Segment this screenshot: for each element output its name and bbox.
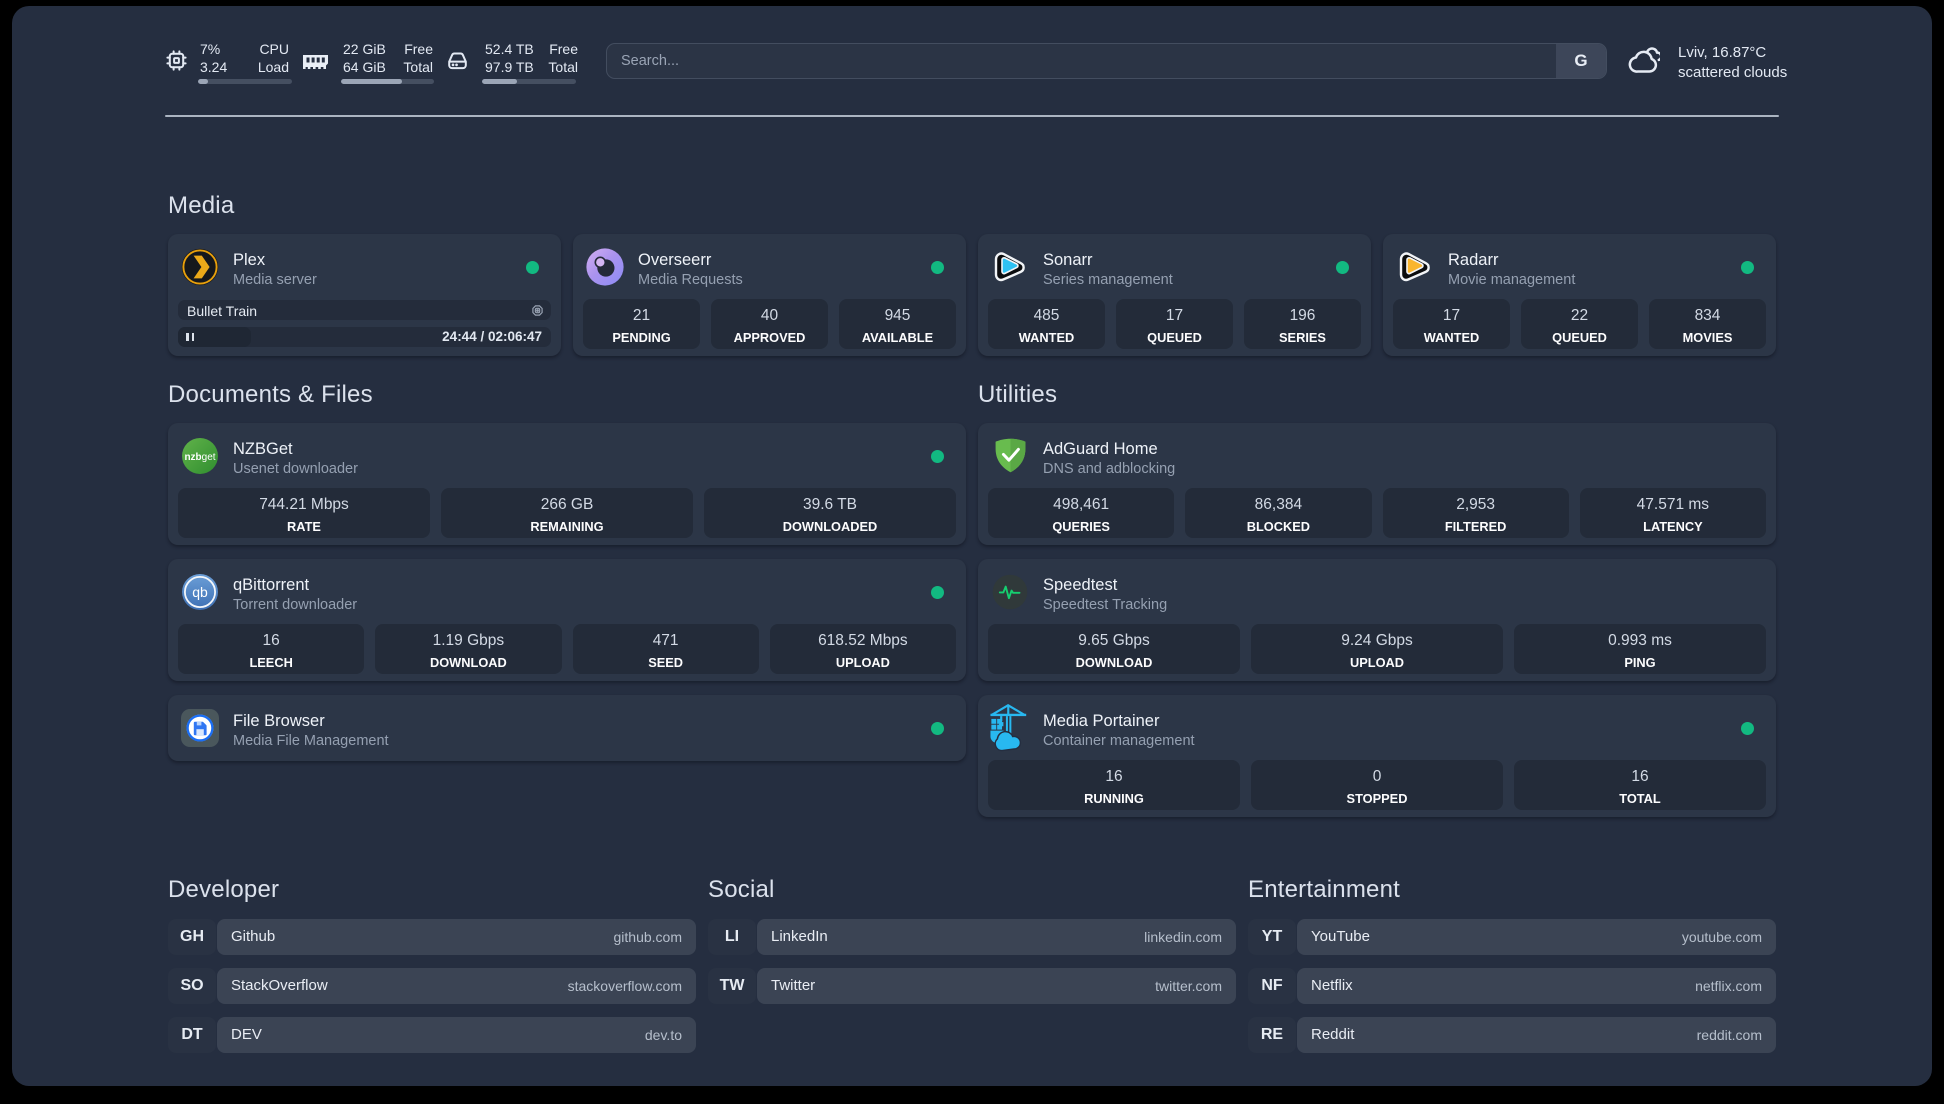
svg-text:nzbget: nzbget	[184, 452, 215, 463]
svg-text:qb: qb	[192, 584, 208, 600]
